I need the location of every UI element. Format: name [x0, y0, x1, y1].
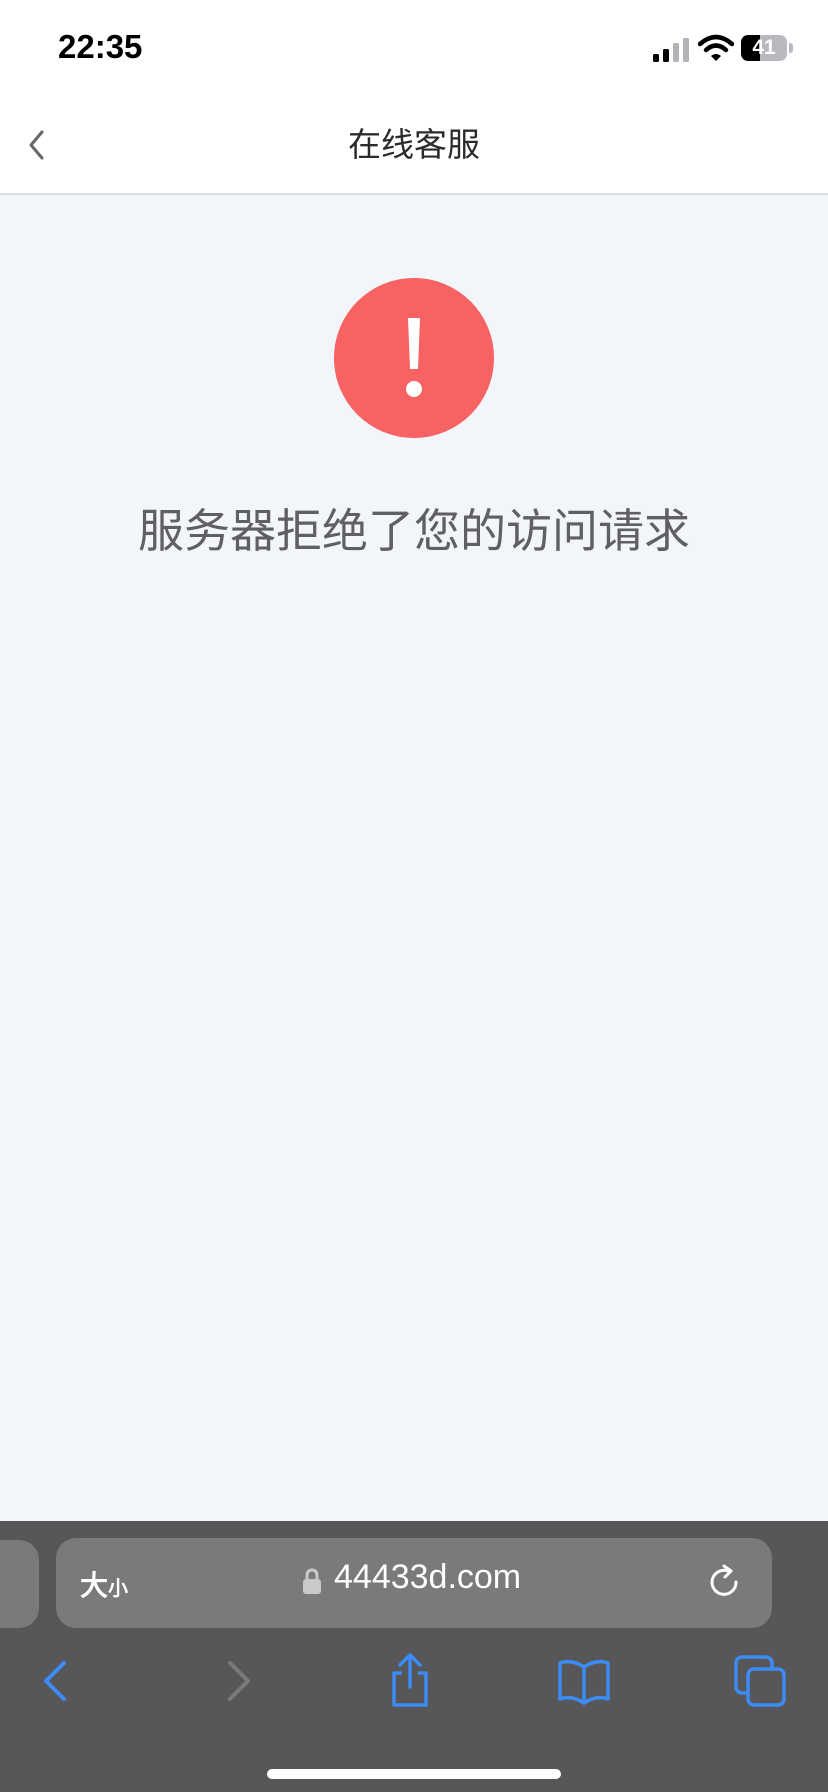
error-message: 服务器拒绝了您的访问请求 — [138, 504, 690, 558]
text-size-button[interactable]: 大小 — [80, 1564, 128, 1604]
text-size-small: 小 — [108, 1576, 129, 1600]
browser-bottom-bar: 大小 44433d.com — [0, 1521, 828, 1792]
nav-bar: 在线客服 — [0, 96, 828, 195]
bookmarks-icon[interactable] — [554, 1651, 614, 1711]
status-bar: 22:35 41 — [0, 0, 828, 96]
battery-level: 41 — [752, 36, 776, 59]
cellular-signal-icon — [653, 38, 689, 62]
battery-icon: 41 — [741, 35, 787, 61]
text-size-large: 大 — [80, 1569, 109, 1602]
url-text: 44433d.com — [334, 1558, 522, 1596]
status-time: 22:35 — [58, 28, 143, 65]
tabs-icon[interactable] — [730, 1651, 790, 1711]
back-icon[interactable] — [28, 1651, 88, 1711]
forward-icon — [228, 1661, 250, 1701]
reload-icon[interactable] — [706, 1564, 744, 1602]
exclamation-circle-icon — [334, 278, 494, 438]
wifi-icon — [698, 34, 734, 61]
main-content: 服务器拒绝了您的访问请求 — [0, 195, 828, 1521]
lock-icon — [303, 1568, 321, 1594]
address-bar[interactable]: 大小 44433d.com — [56, 1538, 772, 1628]
home-indicator — [267, 1769, 561, 1779]
battery-tip — [789, 43, 793, 53]
share-icon[interactable] — [380, 1651, 440, 1711]
previous-tab-pill[interactable] — [0, 1540, 39, 1628]
page-title: 在线客服 — [348, 125, 480, 164]
